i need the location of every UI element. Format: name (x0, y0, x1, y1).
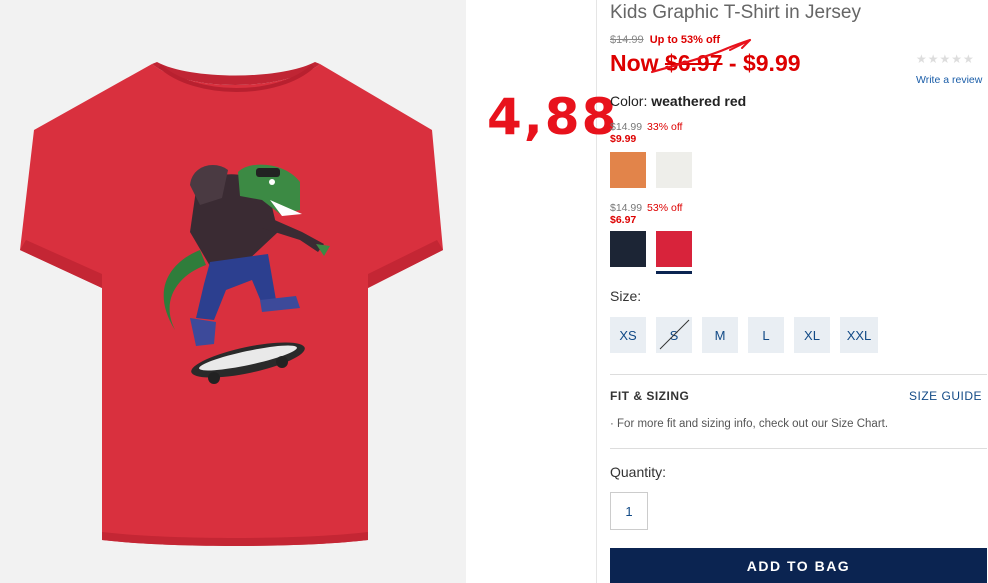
color-swatch-orange[interactable] (610, 152, 646, 188)
size-option-l[interactable]: L (748, 317, 784, 353)
color-label: Color: (610, 93, 648, 109)
fit-info-text: · For more fit and sizing info, check ou… (610, 418, 889, 430)
quantity-input[interactable] (610, 492, 648, 530)
price-tier-1: $14.99 33% off $9.99 (610, 121, 682, 145)
size-option-xl[interactable]: XL (794, 317, 830, 353)
section-divider (610, 448, 987, 449)
size-option-s[interactable]: S (656, 317, 692, 353)
red-scribble-mark (650, 38, 752, 74)
fit-sizing-heading[interactable]: FIT & SIZING (610, 389, 689, 403)
product-title: Kids Graphic T-Shirt in Jersey (610, 2, 861, 23)
tier-1-discount: 33% off (647, 121, 683, 133)
section-divider (610, 374, 987, 375)
size-option-xs[interactable]: XS (610, 317, 646, 353)
tier-2-sale-price: $6.97 (610, 214, 637, 226)
quantity-label: Quantity: (610, 464, 667, 480)
tshirt-illustration (20, 62, 443, 546)
color-swatch-navy[interactable] (610, 231, 646, 267)
add-to-bag-button[interactable]: ADD TO BAG (610, 548, 987, 583)
write-review-link[interactable]: Write a review (916, 74, 982, 86)
size-guide-link[interactable]: SIZE GUIDE (909, 389, 982, 403)
color-selection-label: Color: weathered red (610, 93, 746, 109)
tier-1-sale-price: $9.99 (610, 133, 637, 145)
rating-stars[interactable]: ★★★★★ (916, 52, 975, 66)
price-tier-2: $14.99 53% off $6.97 (610, 202, 682, 226)
tier-2-original-price: $14.99 (610, 202, 643, 214)
selected-color-value: weathered red (651, 93, 747, 109)
color-swatch-off-white[interactable] (656, 152, 692, 188)
size-option-m[interactable]: M (702, 317, 738, 353)
tier-2-discount: 53% off (647, 202, 683, 214)
price-annotation: 4,88 (487, 88, 619, 146)
color-swatch-weathered-red[interactable] (656, 231, 692, 274)
tier-1-original-price: $14.99 (610, 121, 643, 133)
size-option-xxl[interactable]: XXL (840, 317, 878, 353)
size-label: Size: (610, 288, 642, 304)
product-image[interactable] (0, 0, 466, 583)
